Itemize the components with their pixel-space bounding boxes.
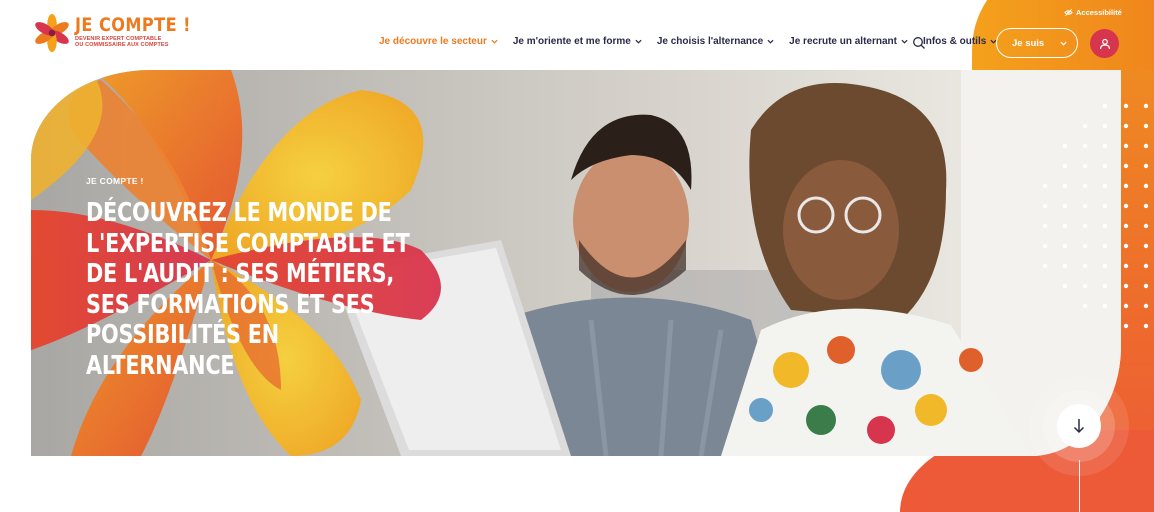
chevron-down-icon — [635, 39, 642, 44]
logo-subtitle-line2: OU COMMISSAIRE AUX COMPTES — [75, 42, 169, 48]
site-logo[interactable]: JE COMPTE ! DEVENIR EXPERT COMPTABLE OU … — [33, 14, 211, 52]
nav-item-decouvre-secteur[interactable]: Je découvre le secteur — [379, 36, 498, 47]
profile-select[interactable]: Je suis — [996, 28, 1078, 58]
nav-item-label: Je recrute un alternant — [789, 36, 897, 47]
accessibility-label: Accessibilité — [1076, 8, 1122, 17]
user-icon — [1099, 38, 1110, 49]
hero-banner: JE COMPTE ! Découvrez le monde de l'expe… — [31, 70, 1121, 456]
page: JE COMPTE ! DEVENIR EXPERT COMPTABLE OU … — [0, 0, 1154, 512]
nav-item-label: Je choisis l'alternance — [656, 36, 764, 47]
nav-item-recrute-alternant[interactable]: Je recrute un alternant — [789, 36, 908, 47]
user-account-button[interactable] — [1090, 29, 1119, 58]
accessibility-link[interactable]: Accessibilité — [1064, 8, 1122, 17]
nav-item-oriente-forme[interactable]: Je m'oriente et me forme — [513, 36, 642, 47]
chevron-down-icon — [767, 39, 774, 44]
nav-item-choisis-alternance[interactable]: Je choisis l'alternance — [657, 36, 774, 47]
hero-kicker: JE COMPTE ! — [86, 176, 144, 186]
decorative-dot-grid — [1123, 103, 1149, 329]
scroll-down-button[interactable] — [1057, 404, 1101, 448]
accessibility-icon — [1064, 9, 1073, 16]
search-icon[interactable] — [912, 36, 926, 50]
nav-item-infos-outils[interactable]: Infos & outils — [923, 36, 997, 47]
chevron-down-icon — [901, 39, 908, 44]
scroll-indicator-line — [1079, 460, 1080, 512]
site-header: JE COMPTE ! DEVENIR EXPERT COMPTABLE OU … — [0, 0, 1154, 70]
flower-logo-icon — [35, 14, 69, 52]
chevron-down-icon — [491, 39, 498, 44]
chevron-down-icon — [1060, 41, 1067, 46]
nav-item-label: Infos & outils — [922, 36, 987, 47]
profile-select-label: Je suis — [1012, 37, 1045, 49]
arrow-down-icon — [1073, 419, 1085, 434]
logo-title: JE COMPTE ! — [75, 14, 191, 36]
nav-item-label: Je m'oriente et me forme — [512, 36, 631, 47]
hero-title: Découvrez le monde de l'expertise compta… — [86, 198, 410, 381]
nav-item-label: Je découvre le secteur — [379, 36, 487, 47]
